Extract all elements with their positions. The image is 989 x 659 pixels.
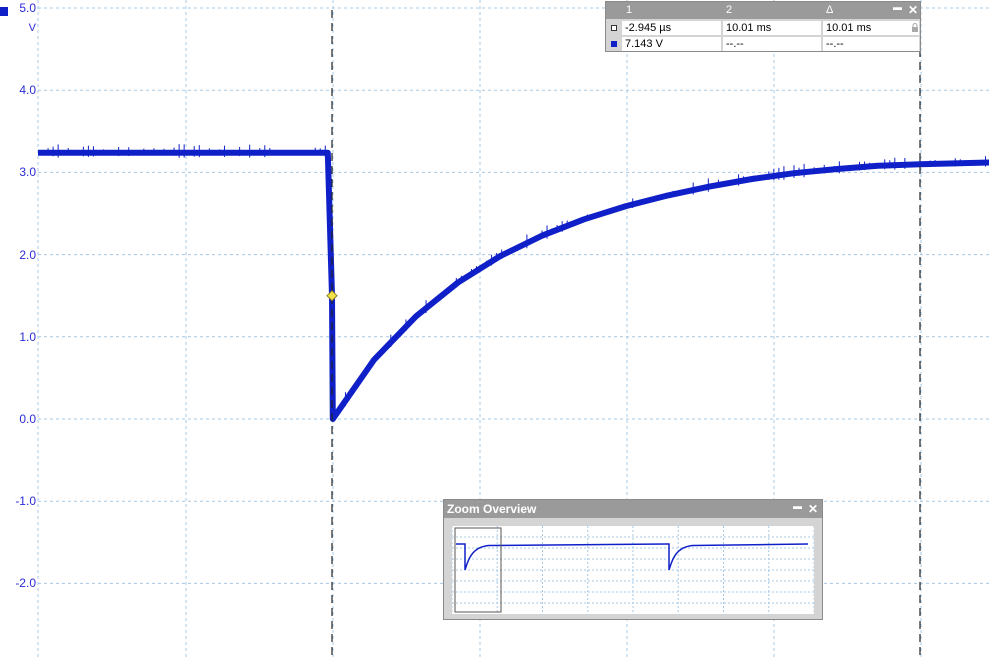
- cursor-2-time: 10.01 ms: [723, 21, 821, 35]
- y-tick-label: 1.0: [19, 329, 36, 344]
- cursor-row-voltage: 7.143 V --.-- --.--: [606, 36, 920, 52]
- trigger-marker-icon[interactable]: [326, 289, 338, 302]
- cursor-2-header: 2: [726, 4, 733, 16]
- zoom-overview-title: Zoom Overview: [447, 502, 537, 516]
- zoom-overview-titlebar[interactable]: Zoom Overview ▬ ✕: [444, 500, 822, 518]
- y-tick-label: 2.0: [19, 247, 36, 262]
- y-tick-label: -1.0: [15, 494, 36, 509]
- waveform-trace: [38, 149, 989, 422]
- zoom-overview-panel[interactable]: Zoom Overview ▬ ✕: [443, 499, 823, 620]
- time-row-icon: [611, 25, 617, 31]
- y-axis-unit: V: [28, 22, 36, 34]
- cursor-table-close-icon[interactable]: ✕: [908, 3, 918, 17]
- cursor-table-minimize-icon[interactable]: ▬: [893, 2, 902, 12]
- trace-group: [38, 144, 989, 422]
- trigger-group[interactable]: [326, 289, 338, 302]
- cursor-2-voltage: --.--: [723, 37, 821, 51]
- cursor-delta-voltage: --.--: [823, 37, 919, 51]
- cursor-table-panel[interactable]: 1 2 Δ ▬ ✕ -2.945 µs 10.01 ms 10.01 ms 7.…: [605, 1, 921, 52]
- y-tick-label: -2.0: [15, 576, 36, 591]
- cursor-1-header: 1: [626, 4, 633, 16]
- channel-a-square-icon: [611, 41, 617, 47]
- y-tick-label: 0.0: [19, 412, 36, 426]
- cursor-1-time: -2.945 µs: [622, 21, 721, 35]
- y-tick-label: 5.0: [19, 1, 36, 15]
- cursor-table-header[interactable]: 1 2 Δ ▬ ✕: [606, 2, 920, 19]
- cursor-delta-time: 10.01 ms: [823, 21, 919, 35]
- zoom-close-icon[interactable]: ✕: [808, 502, 818, 516]
- zoom-minimize-icon[interactable]: ▬: [793, 501, 802, 511]
- cursor-1-voltage: 7.143 V: [622, 37, 721, 51]
- cursor-delta-header: Δ: [826, 4, 834, 16]
- lock-icon[interactable]: [911, 23, 919, 33]
- oscilloscope-view[interactable]: V 5.0 4.0 3.0 2.0 1.0 0.0 -1.0 -2.0 1 2 Δ ▬ ✕ -…: [0, 0, 989, 659]
- y-tick-label: 3.0: [19, 165, 36, 180]
- cursor-row-time: -2.945 µs 10.01 ms 10.01 ms: [606, 20, 920, 36]
- y-tick-label: 4.0: [19, 83, 36, 98]
- zoom-overview-canvas[interactable]: [452, 526, 814, 614]
